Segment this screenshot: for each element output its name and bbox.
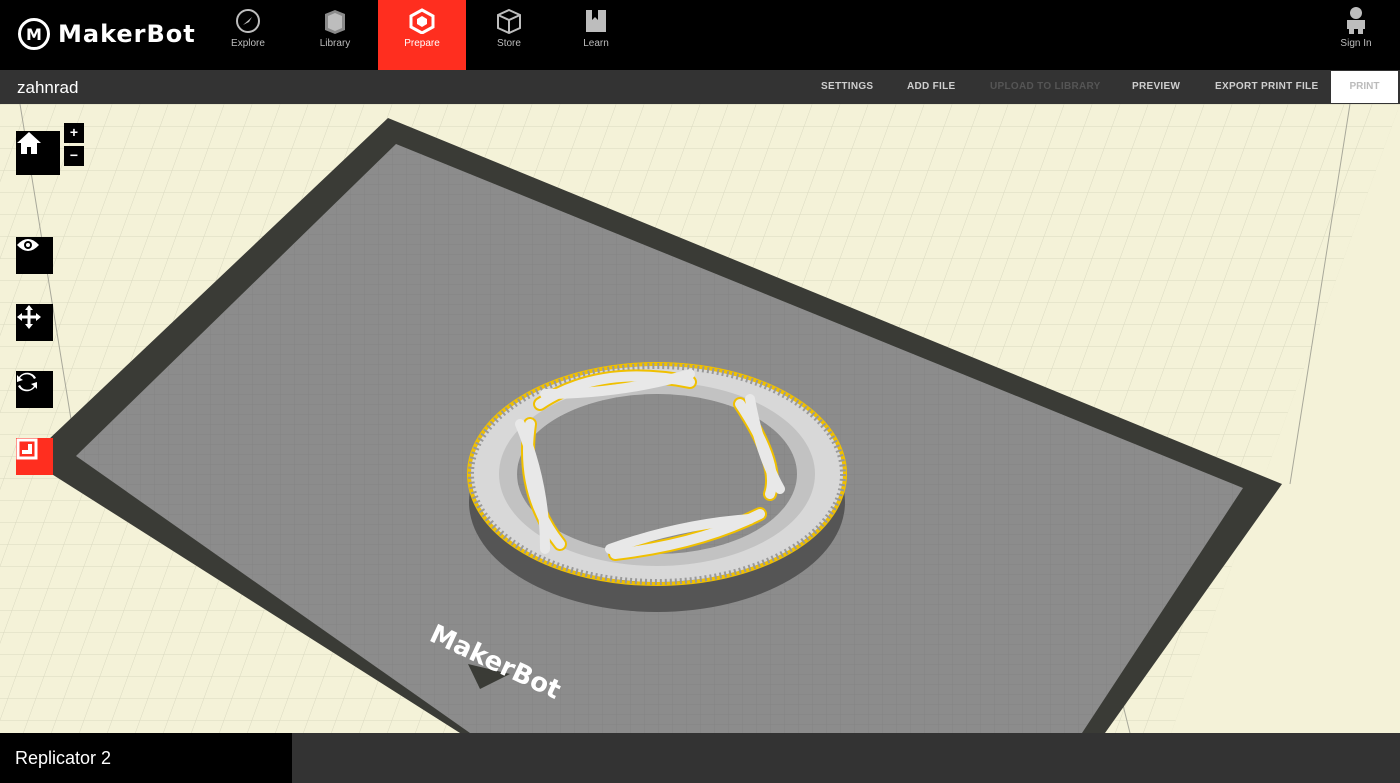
scale-icon bbox=[16, 438, 38, 460]
scale-tool-button[interactable] bbox=[16, 438, 53, 475]
print-button[interactable]: PRINT bbox=[1331, 71, 1398, 103]
user-icon bbox=[1347, 7, 1365, 34]
tab-library[interactable]: Library bbox=[291, 0, 379, 70]
tab-prepare-label: Prepare bbox=[404, 38, 440, 49]
file-name: zahnrad bbox=[17, 78, 79, 97]
top-navigation: M MakerBot Explore Library Prepare Store… bbox=[0, 0, 1400, 70]
tab-explore[interactable]: Explore bbox=[204, 0, 292, 70]
zoom-out-button[interactable]: − bbox=[64, 146, 84, 166]
status-bar: Replicator 2 bbox=[0, 733, 1400, 783]
library-icon bbox=[325, 10, 345, 34]
gear-model[interactable] bbox=[467, 362, 847, 612]
build-scene: MakerBot bbox=[0, 104, 1400, 733]
makerbot-wordmark: MakerBot bbox=[58, 20, 196, 48]
tab-prepare[interactable]: Prepare bbox=[378, 0, 466, 70]
compass-icon bbox=[236, 9, 260, 33]
makerbot-logo[interactable]: M MakerBot bbox=[18, 16, 196, 52]
tab-store-label: Store bbox=[497, 38, 521, 49]
view-tool-button[interactable] bbox=[16, 237, 53, 274]
rotate-icon bbox=[17, 372, 37, 392]
makerbot-logo-mark: M bbox=[18, 18, 50, 50]
tab-store[interactable]: Store bbox=[465, 0, 553, 70]
view-eye-icon bbox=[17, 239, 39, 251]
tab-library-label: Library bbox=[319, 38, 351, 49]
home-view-button[interactable] bbox=[16, 131, 60, 175]
3d-viewport[interactable]: MakerBot + − bbox=[0, 104, 1400, 733]
add-file-button[interactable]: ADD FILE bbox=[907, 70, 956, 104]
export-print-file-button[interactable]: EXPORT PRINT FILE bbox=[1215, 70, 1318, 104]
move-arrows-icon bbox=[17, 305, 41, 329]
tab-learn-label: Learn bbox=[583, 38, 609, 49]
store-box-icon bbox=[497, 8, 521, 34]
upload-to-library-button[interactable]: UPLOAD TO LIBRARY bbox=[990, 70, 1101, 104]
preview-button[interactable]: PREVIEW bbox=[1132, 70, 1180, 104]
home-icon bbox=[17, 132, 41, 154]
file-toolbar: zahnrad SETTINGS ADD FILE UPLOAD TO LIBR… bbox=[0, 70, 1400, 104]
tab-learn[interactable]: Learn bbox=[552, 0, 640, 70]
sign-in-label: Sign In bbox=[1340, 38, 1372, 49]
printer-selector[interactable]: Replicator 2 bbox=[0, 733, 292, 783]
move-tool-button[interactable] bbox=[16, 304, 53, 341]
tab-explore-label: Explore bbox=[231, 38, 265, 49]
rotate-tool-button[interactable] bbox=[16, 371, 53, 408]
prepare-cube-icon bbox=[409, 8, 435, 34]
zoom-in-button[interactable]: + bbox=[64, 123, 84, 143]
settings-button[interactable]: SETTINGS bbox=[821, 70, 873, 104]
learn-book-icon bbox=[586, 10, 606, 32]
sign-in-button[interactable]: Sign In bbox=[1312, 0, 1400, 70]
